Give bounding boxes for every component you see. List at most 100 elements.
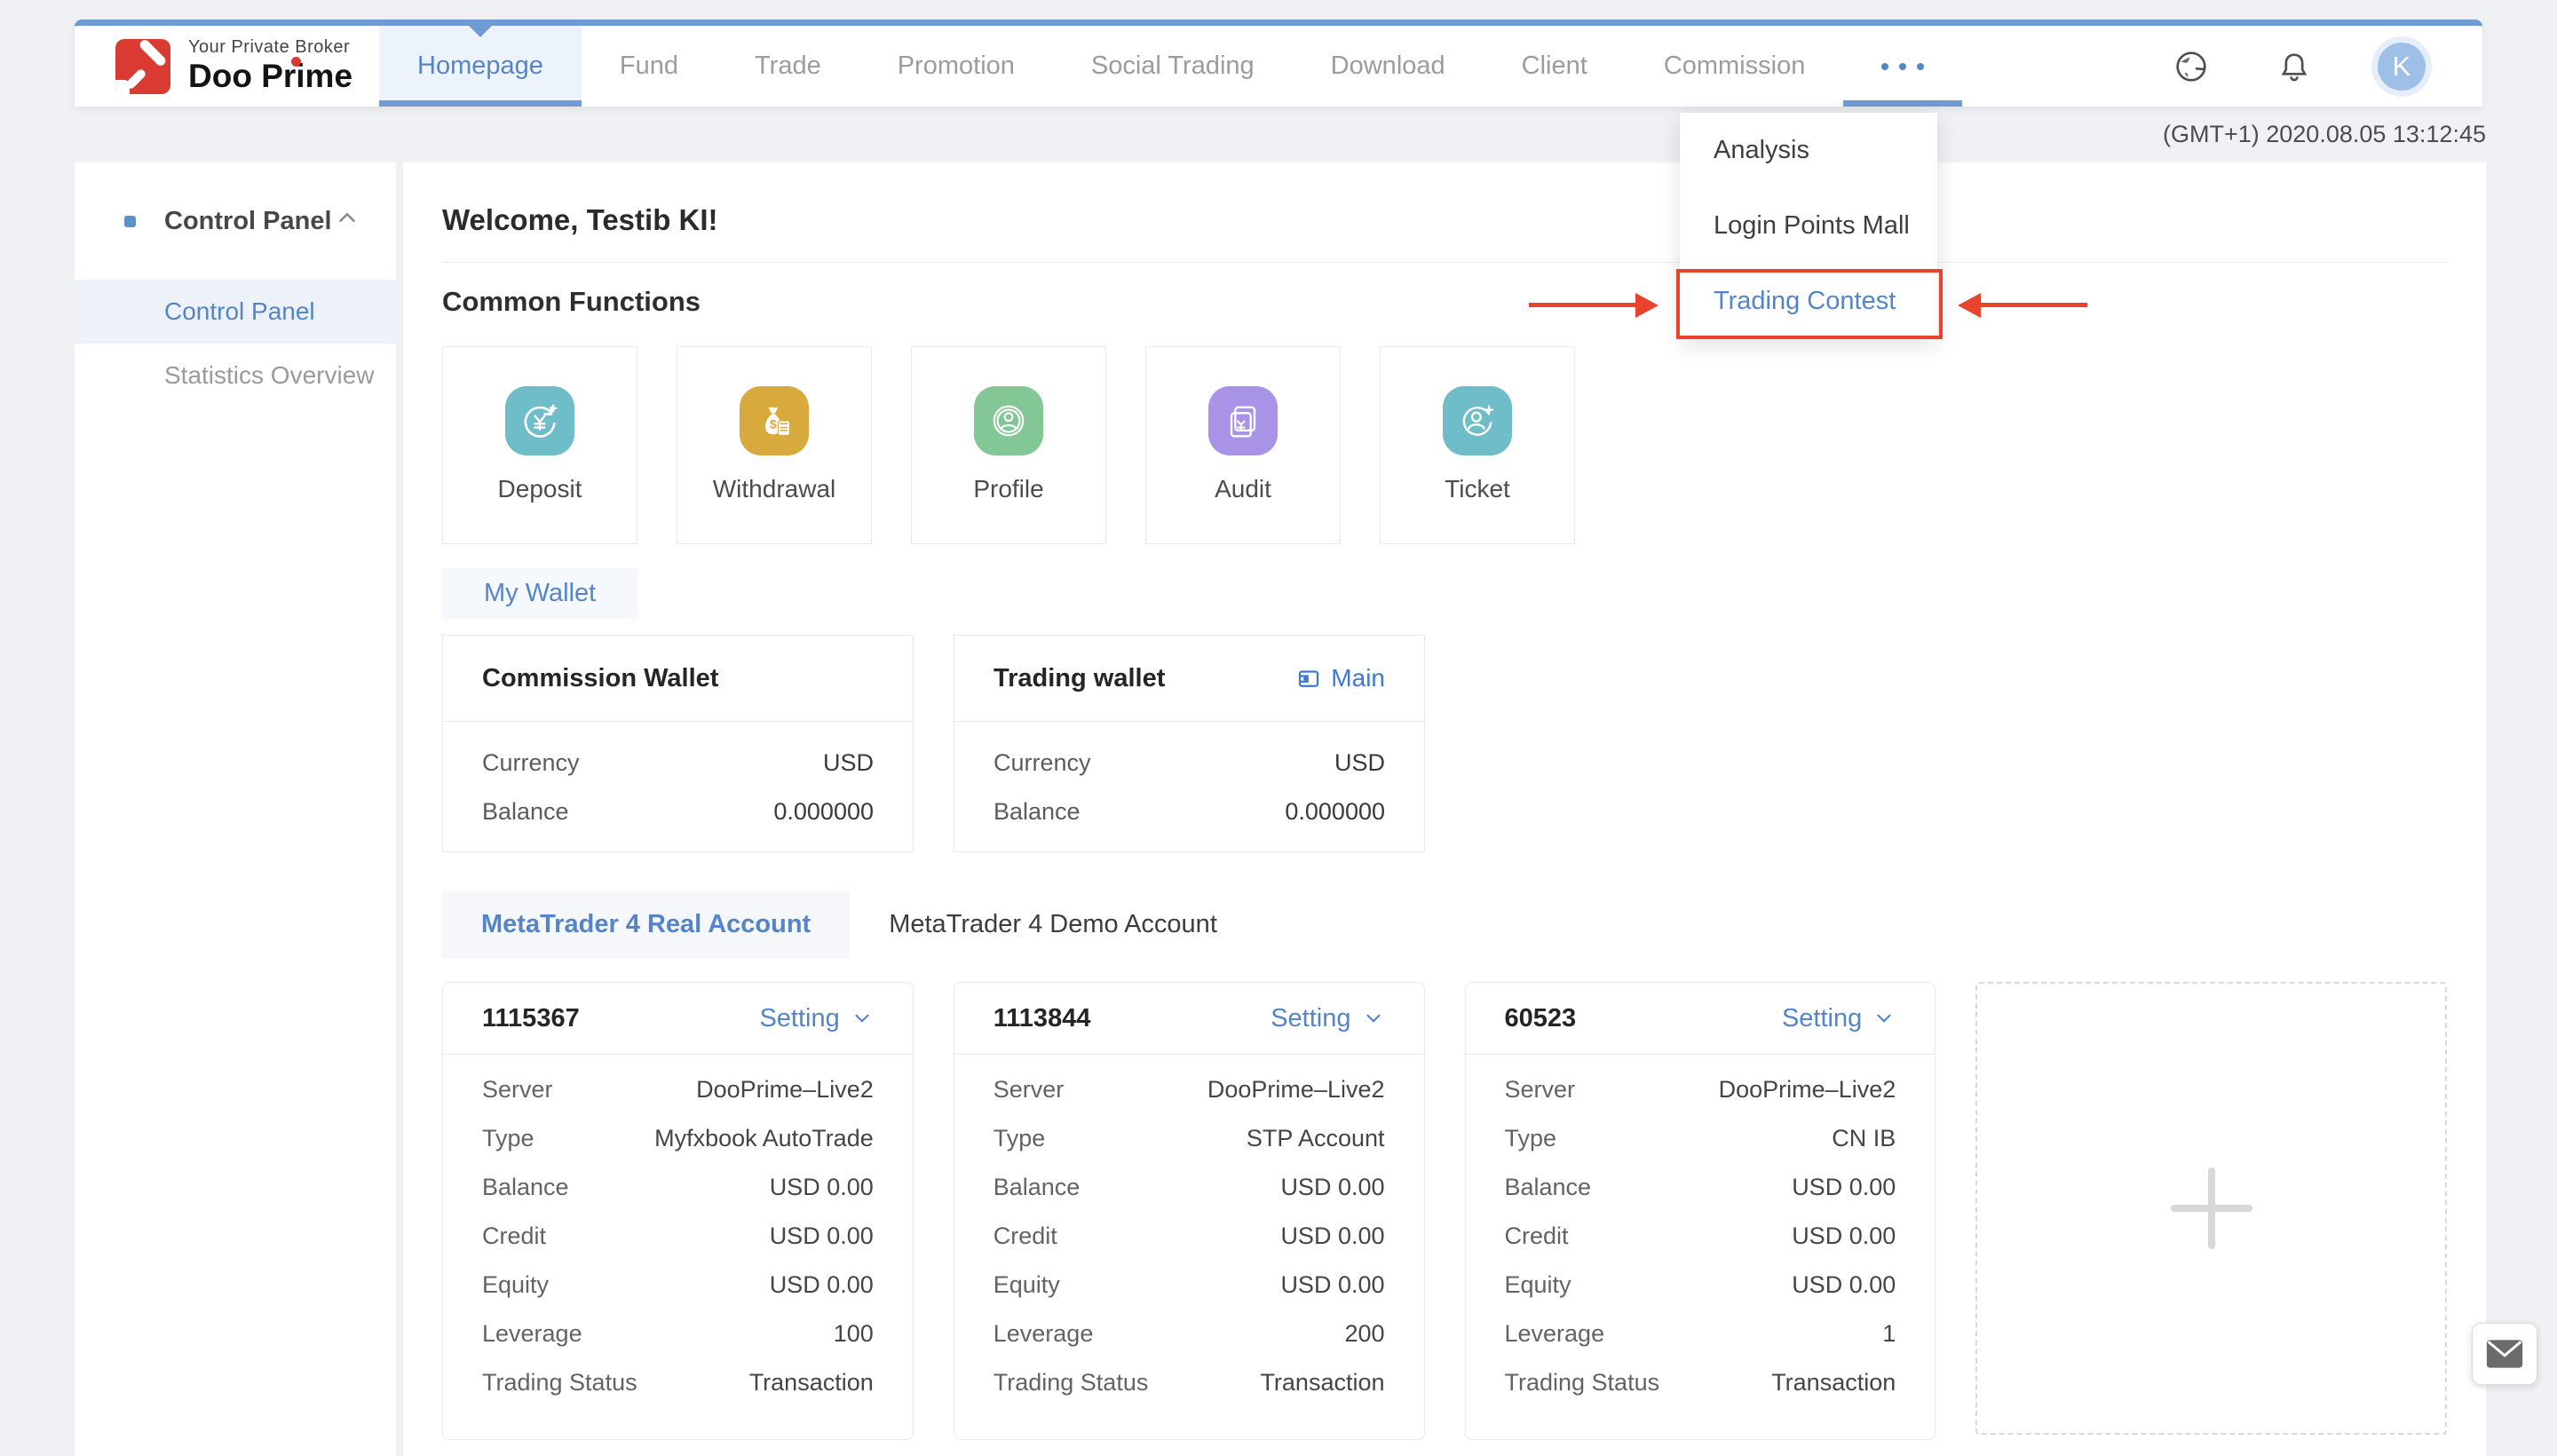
- sidebar: Control Panel Control Panel Statistics O…: [75, 162, 396, 1456]
- highlight-box-trading-contest: [1676, 269, 1943, 339]
- nav-promotion[interactable]: Promotion: [859, 26, 1053, 107]
- ticket-card[interactable]: Ticket: [1380, 346, 1575, 544]
- account-number: 1113844: [994, 1004, 1091, 1033]
- account-row-balance: BalanceUSD 0.00: [994, 1163, 1385, 1212]
- deposit-icon: [505, 386, 574, 455]
- account-row-leverage: Leverage100: [482, 1310, 874, 1358]
- profile-icon: [974, 386, 1043, 455]
- setting-dropdown-button[interactable]: Setting: [1782, 1004, 1896, 1033]
- setting-dropdown-button[interactable]: Setting: [759, 1004, 873, 1033]
- contact-mail-button[interactable]: [2472, 1323, 2537, 1385]
- account-row-leverage: Leverage1: [1505, 1310, 1896, 1358]
- account-row-server: ServerDooPrime–Live2: [1505, 1065, 1896, 1114]
- account-card-1115367: 1115367 Setting ServerDooPrime–Live2 Typ…: [442, 982, 914, 1440]
- nav-homepage[interactable]: Homepage: [379, 26, 582, 107]
- nav-fund[interactable]: Fund: [582, 26, 716, 107]
- tab-mt4-real-account[interactable]: MetaTrader 4 Real Account: [442, 891, 850, 958]
- ticket-icon: [1443, 386, 1512, 455]
- account-row-balance: BalanceUSD 0.00: [1505, 1163, 1896, 1212]
- ellipsis-dot: [1881, 63, 1888, 70]
- tab-mt4-demo-account[interactable]: MetaTrader 4 Demo Account: [850, 891, 1256, 958]
- account-row-leverage: Leverage200: [994, 1310, 1385, 1358]
- language-globe-icon[interactable]: [2172, 47, 2211, 86]
- commission-wallet-title: Commission Wallet: [482, 664, 718, 693]
- chevron-down-icon: [851, 1007, 874, 1030]
- account-row-type: TypeMyfxbook AutoTrade: [482, 1114, 874, 1163]
- account-row-trading-status: Trading StatusTransaction: [482, 1358, 874, 1407]
- account-row-equity: EquityUSD 0.00: [1505, 1261, 1896, 1310]
- ellipsis-dot: [1899, 63, 1906, 70]
- account-row-balance: BalanceUSD 0.00: [482, 1163, 874, 1212]
- wallet-row-currency: Currency USD: [994, 739, 1385, 787]
- sidebar-item-control-panel[interactable]: Control Panel: [75, 280, 396, 344]
- audit-icon: [1208, 386, 1278, 455]
- notification-bell-icon[interactable]: [2275, 47, 2314, 86]
- sidebar-group-control-panel[interactable]: Control Panel: [75, 162, 396, 280]
- trading-wallet-title: Trading wallet: [994, 664, 1165, 693]
- commission-wallet-card: Commission Wallet Currency USD Balance 0…: [442, 635, 914, 852]
- nav-trade[interactable]: Trade: [716, 26, 859, 107]
- trading-wallet-card: Trading wallet Main Currency USD Balance: [954, 635, 1425, 852]
- account-row-credit: CreditUSD 0.00: [1505, 1212, 1896, 1261]
- main-content: Welcome, Testib KI! Common Functions Dep…: [403, 162, 2486, 1456]
- withdrawal-card[interactable]: $ Withdrawal: [677, 346, 872, 544]
- welcome-heading: Welcome, Testib KI!: [442, 203, 2447, 237]
- logo-brand: Doo Prime: [188, 58, 352, 96]
- server-timestamp: (GMT+1) 2020.08.05 13:12:45: [2163, 121, 2486, 148]
- account-card-1113844: 1113844 Setting ServerDooPrime–Live2 Typ…: [954, 982, 1425, 1440]
- nav-more-ellipsis[interactable]: [1843, 26, 1962, 107]
- audit-card[interactable]: Audit: [1145, 346, 1341, 544]
- nav-commission[interactable]: Commission: [1626, 26, 1844, 107]
- deposit-card[interactable]: Deposit: [442, 346, 637, 544]
- menu-item-analysis[interactable]: Analysis: [1680, 113, 1937, 188]
- wallet-row-balance: Balance 0.000000: [482, 787, 874, 836]
- account-row-equity: EquityUSD 0.00: [994, 1261, 1385, 1310]
- account-number: 1115367: [482, 1004, 580, 1033]
- main-wallet-link[interactable]: Main: [1295, 664, 1385, 692]
- chevron-up-icon: [334, 204, 360, 238]
- profile-card[interactable]: Profile: [911, 346, 1106, 544]
- deposit-label: Deposit: [498, 475, 582, 503]
- account-row-server: ServerDooPrime–Live2: [482, 1065, 874, 1114]
- account-row-server: ServerDooPrime–Live2: [994, 1065, 1385, 1114]
- wallet-cards-row: Commission Wallet Currency USD Balance 0…: [442, 635, 2447, 852]
- tab-my-wallet[interactable]: My Wallet: [442, 568, 637, 619]
- nav-social-trading[interactable]: Social Trading: [1053, 26, 1293, 107]
- profile-label: Profile: [973, 475, 1043, 503]
- ellipsis-dot: [1917, 63, 1924, 70]
- nav-download[interactable]: Download: [1293, 26, 1484, 107]
- svg-text:$: $: [770, 417, 777, 431]
- wallet-icon: [1295, 665, 1322, 692]
- menu-item-login-points-mall[interactable]: Login Points Mall: [1680, 188, 1937, 264]
- logo-tagline: Your Private Broker: [188, 37, 352, 58]
- account-row-trading-status: Trading StatusTransaction: [1505, 1358, 1896, 1407]
- account-row-trading-status: Trading StatusTransaction: [994, 1358, 1385, 1407]
- divider: [442, 262, 2447, 263]
- account-cards-row: 1115367 Setting ServerDooPrime–Live2 Typ…: [442, 982, 2447, 1440]
- main-nav: Homepage Fund Trade Promotion Social Tra…: [379, 26, 1962, 107]
- add-account-card[interactable]: [1975, 982, 2447, 1435]
- plus-icon: [2171, 1167, 2252, 1249]
- setting-dropdown-button[interactable]: Setting: [1271, 1004, 1384, 1033]
- wallet-row-currency: Currency USD: [482, 739, 874, 787]
- top-header: Your Private Broker Doo Prime Homepage F…: [75, 20, 2482, 107]
- account-row-credit: CreditUSD 0.00: [482, 1212, 874, 1261]
- ticket-label: Ticket: [1445, 475, 1510, 503]
- chevron-down-icon: [1362, 1007, 1385, 1030]
- audit-label: Audit: [1215, 475, 1271, 503]
- annotation-arrow-right-icon: [1529, 303, 1635, 307]
- user-avatar[interactable]: K: [2378, 43, 2426, 91]
- bullet-icon: [124, 216, 136, 227]
- wallet-row-balance: Balance 0.000000: [994, 787, 1385, 836]
- account-row-equity: EquityUSD 0.00: [482, 1261, 874, 1310]
- sidebar-item-statistics-overview[interactable]: Statistics Overview: [75, 344, 396, 408]
- sidebar-group-label: Control Panel: [164, 207, 332, 236]
- withdrawal-icon: $: [740, 386, 809, 455]
- envelope-icon: [2485, 1338, 2524, 1370]
- common-functions-title: Common Functions: [442, 286, 2447, 318]
- account-number: 60523: [1505, 1004, 1577, 1033]
- nav-client[interactable]: Client: [1484, 26, 1626, 107]
- account-row-type: TypeSTP Account: [994, 1114, 1385, 1163]
- account-row-type: TypeCN IB: [1505, 1114, 1896, 1163]
- doo-prime-logo[interactable]: Your Private Broker Doo Prime: [115, 26, 352, 107]
